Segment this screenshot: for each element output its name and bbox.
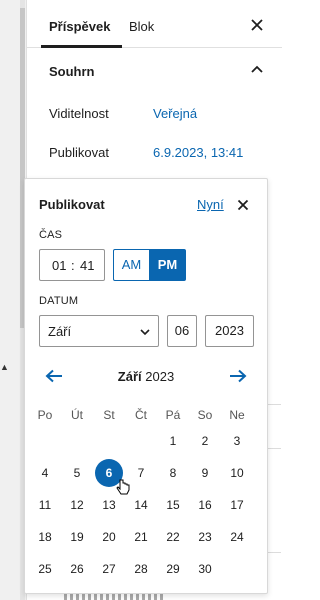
- popover-title: Publikovat: [39, 197, 105, 212]
- month-select-value: Září: [48, 324, 72, 339]
- active-tab-indicator: [41, 45, 122, 48]
- publish-label: Publikovat: [49, 145, 109, 160]
- divider: [268, 404, 281, 405]
- calendar-day[interactable]: 29: [159, 555, 187, 583]
- next-month-icon[interactable]: [229, 369, 247, 383]
- visibility-toggle[interactable]: Veřejná: [153, 106, 197, 121]
- calendar-day[interactable]: 23: [191, 523, 219, 551]
- pm-button[interactable]: PM: [149, 249, 186, 281]
- calendar-day[interactable]: 27: [95, 555, 123, 583]
- calendar-day[interactable]: 7: [127, 459, 155, 487]
- calendar-day[interactable]: 20: [95, 523, 123, 551]
- close-sidebar-icon[interactable]: [250, 18, 264, 32]
- calendar-day[interactable]: 3: [223, 427, 251, 455]
- divider: [268, 552, 281, 553]
- visibility-label: Viditelnost: [49, 106, 109, 121]
- tab-post[interactable]: Příspěvek: [49, 19, 110, 34]
- now-link[interactable]: Nyní: [197, 197, 224, 212]
- publish-date-toggle[interactable]: 6.9.2023, 13:41: [153, 145, 243, 160]
- pointer-cursor-icon: [116, 479, 130, 495]
- calendar-day[interactable]: 22: [159, 523, 187, 551]
- calendar-day[interactable]: 8: [159, 459, 187, 487]
- year-input[interactable]: 2023: [205, 315, 254, 347]
- time-input[interactable]: 01 : 41: [39, 249, 105, 281]
- weekday-label: Čt: [135, 408, 147, 422]
- calendar-day[interactable]: 19: [63, 523, 91, 551]
- calendar-day[interactable]: 25: [31, 555, 59, 583]
- day-input[interactable]: 06: [167, 315, 197, 347]
- date-label: DATUM: [39, 295, 79, 307]
- time-label: ČAS: [39, 229, 63, 241]
- calendar-month: Září: [117, 369, 142, 384]
- hours-input[interactable]: 01: [52, 258, 66, 273]
- weekday-label: Pá: [165, 408, 181, 422]
- calendar-day[interactable]: 28: [127, 555, 155, 583]
- time-separator: :: [71, 258, 75, 273]
- chevron-up-icon[interactable]: [251, 64, 263, 74]
- editor-canvas-edge: ▲: [0, 0, 26, 600]
- calendar-day[interactable]: 18: [31, 523, 59, 551]
- weekday-label: St: [103, 408, 115, 422]
- tab-block[interactable]: Blok: [129, 19, 154, 34]
- calendar-day[interactable]: 30: [191, 555, 219, 583]
- calendar-day[interactable]: 16: [191, 491, 219, 519]
- calendar-day[interactable]: 12: [63, 491, 91, 519]
- calendar-day[interactable]: 26: [63, 555, 91, 583]
- calendar-day[interactable]: 24: [223, 523, 251, 551]
- weekday-label: Po: [37, 408, 53, 422]
- minutes-input[interactable]: 41: [80, 258, 94, 273]
- calendar-day[interactable]: 1: [159, 427, 187, 455]
- calendar-day[interactable]: 21: [127, 523, 155, 551]
- calendar-day[interactable]: 15: [159, 491, 187, 519]
- weekday-label: Ne: [229, 408, 245, 422]
- panel-title[interactable]: Souhrn: [49, 64, 95, 79]
- publish-date-popover: Publikovat Nyní ČAS 01 : 41 AM PM DATUM …: [24, 178, 268, 594]
- divider: [268, 448, 281, 449]
- weekday-label: Út: [71, 408, 83, 422]
- am-button[interactable]: AM: [113, 249, 150, 281]
- calendar-day[interactable]: 5: [63, 459, 91, 487]
- weekday-label: So: [197, 408, 213, 422]
- sidebar-tabs: Příspěvek Blok: [27, 0, 282, 48]
- calendar-year: 2023: [145, 369, 175, 384]
- calendar-day[interactable]: 17: [223, 491, 251, 519]
- month-select[interactable]: Září: [39, 315, 159, 347]
- calendar-day[interactable]: 4: [31, 459, 59, 487]
- calendar-day[interactable]: 2: [191, 427, 219, 455]
- calendar-day[interactable]: 14: [127, 491, 155, 519]
- chevron-down-icon: [140, 329, 150, 336]
- caret-icon: ▲: [0, 362, 9, 372]
- calendar-day[interactable]: 9: [191, 459, 219, 487]
- close-icon[interactable]: [237, 199, 249, 211]
- calendar-day[interactable]: 10: [223, 459, 251, 487]
- calendar-day[interactable]: 11: [31, 491, 59, 519]
